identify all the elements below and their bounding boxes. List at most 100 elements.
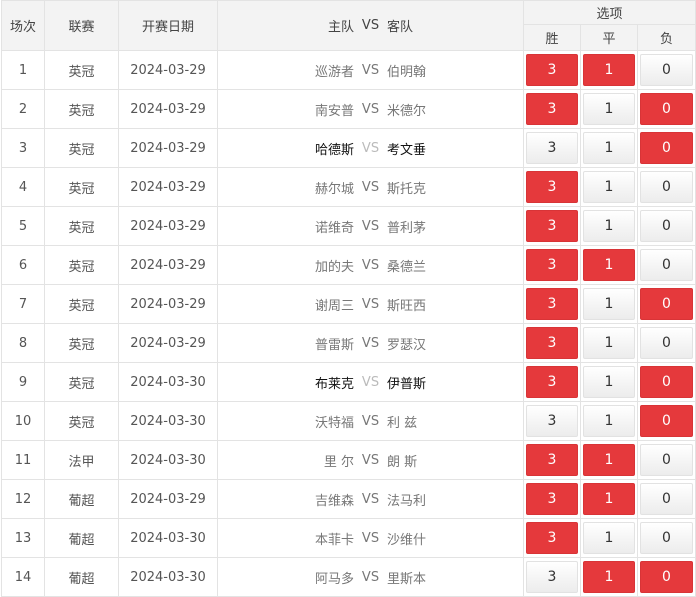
vs-label: VS <box>361 296 380 312</box>
option-draw-button[interactable]: 1 <box>583 210 635 242</box>
option-lose-button[interactable]: 0 <box>640 522 694 554</box>
round-no: 4 <box>1 167 45 207</box>
option-draw-cell: 1 <box>580 401 638 441</box>
option-draw-button[interactable]: 1 <box>583 327 635 359</box>
vs-label: VS <box>361 452 380 468</box>
option-win-cell: 3 <box>523 518 581 558</box>
vs-label: VS <box>361 179 380 195</box>
option-draw-button[interactable]: 1 <box>583 405 635 437</box>
option-lose-button[interactable]: 0 <box>640 171 694 203</box>
option-win-button[interactable]: 3 <box>526 210 578 242</box>
option-draw-button[interactable]: 1 <box>583 561 635 593</box>
option-lose-cell: 0 <box>636 245 696 285</box>
option-lose-button[interactable]: 0 <box>640 288 694 320</box>
match-teams: 谢周三 VS 斯旺西 <box>217 284 524 324</box>
option-win-button[interactable]: 3 <box>526 522 578 554</box>
league-name: 英冠 <box>44 128 119 168</box>
home-team: 吉维森 <box>314 493 354 509</box>
option-draw-button[interactable]: 1 <box>583 366 635 398</box>
option-draw-cell: 1 <box>580 167 638 207</box>
table-row: 1 英冠 2024-03-29 巡游者 VS 伯明翰 3 1 0 <box>1 50 696 90</box>
option-win-cell: 3 <box>523 401 581 441</box>
table-row: 14 葡超 2024-03-30 阿马多 VS 里斯本 3 1 0 <box>1 557 696 597</box>
table-row: 9 英冠 2024-03-30 布莱克 VS 伊普斯 3 1 0 <box>1 362 696 402</box>
round-no: 14 <box>1 557 45 597</box>
option-lose-button[interactable]: 0 <box>640 210 694 242</box>
away-team: 斯托克 <box>387 181 427 197</box>
option-win-button[interactable]: 3 <box>526 288 578 320</box>
home-team: 本菲卡 <box>314 532 354 548</box>
option-lose-cell: 0 <box>636 440 696 480</box>
home-team: 加的夫 <box>314 259 354 275</box>
option-lose-button[interactable]: 0 <box>640 54 694 86</box>
option-draw-button[interactable]: 1 <box>583 93 635 125</box>
option-draw-button[interactable]: 1 <box>583 522 635 554</box>
match-teams: 诺维奇 VS 普利茅 <box>217 206 524 246</box>
header-date: 开赛日期 <box>118 0 218 51</box>
option-draw-button[interactable]: 1 <box>583 132 635 164</box>
table-row: 7 英冠 2024-03-29 谢周三 VS 斯旺西 3 1 0 <box>1 284 696 324</box>
league-name: 英冠 <box>44 245 119 285</box>
option-win-button[interactable]: 3 <box>526 54 578 86</box>
option-lose-cell: 0 <box>636 362 696 402</box>
home-team: 里 尔 <box>323 454 354 470</box>
option-lose-button[interactable]: 0 <box>640 366 694 398</box>
option-draw-button[interactable]: 1 <box>583 444 635 476</box>
home-team: 诺维奇 <box>314 220 354 236</box>
option-draw-cell: 1 <box>580 206 638 246</box>
option-lose-button[interactable]: 0 <box>640 132 694 164</box>
match-date: 2024-03-29 <box>118 89 218 129</box>
round-no: 2 <box>1 89 45 129</box>
option-draw-button[interactable]: 1 <box>583 54 635 86</box>
option-win-cell: 3 <box>523 362 581 402</box>
home-team: 赫尔城 <box>314 181 354 197</box>
option-win-button[interactable]: 3 <box>526 561 578 593</box>
option-lose-cell: 0 <box>636 518 696 558</box>
option-lose-button[interactable]: 0 <box>640 405 694 437</box>
home-team: 南安普 <box>314 103 354 119</box>
league-name: 英冠 <box>44 89 119 129</box>
option-lose-button[interactable]: 0 <box>640 561 694 593</box>
option-draw-button[interactable]: 1 <box>583 483 635 515</box>
league-name: 英冠 <box>44 323 119 363</box>
option-lose-cell: 0 <box>636 557 696 597</box>
option-win-cell: 3 <box>523 128 581 168</box>
option-lose-button[interactable]: 0 <box>640 327 694 359</box>
home-team: 谢周三 <box>314 298 354 314</box>
match-teams: 南安普 VS 米德尔 <box>217 89 524 129</box>
option-win-button[interactable]: 3 <box>526 444 578 476</box>
round-no: 10 <box>1 401 45 441</box>
round-no: 7 <box>1 284 45 324</box>
option-lose-button[interactable]: 0 <box>640 93 694 125</box>
option-win-button[interactable]: 3 <box>526 405 578 437</box>
option-win-button[interactable]: 3 <box>526 366 578 398</box>
option-draw-button[interactable]: 1 <box>583 171 635 203</box>
option-lose-button[interactable]: 0 <box>640 249 694 281</box>
option-draw-cell: 1 <box>580 518 638 558</box>
match-teams: 本菲卡 VS 沙维什 <box>217 518 524 558</box>
option-lose-button[interactable]: 0 <box>640 483 694 515</box>
option-win-button[interactable]: 3 <box>526 483 578 515</box>
league-name: 法甲 <box>44 440 119 480</box>
home-team: 布莱克 <box>314 376 354 392</box>
vs-label: VS <box>361 491 380 507</box>
option-win-button[interactable]: 3 <box>526 132 578 164</box>
option-draw-button[interactable]: 1 <box>583 249 635 281</box>
option-win-button[interactable]: 3 <box>526 93 578 125</box>
option-win-cell: 3 <box>523 206 581 246</box>
header-round: 场次 <box>1 0 45 51</box>
away-team: 沙维什 <box>387 532 427 548</box>
match-teams: 吉维森 VS 法马利 <box>217 479 524 519</box>
league-name: 葡超 <box>44 518 119 558</box>
table-row: 12 葡超 2024-03-29 吉维森 VS 法马利 3 1 0 <box>1 479 696 519</box>
table-row: 10 英冠 2024-03-30 沃特福 VS 利 兹310 <box>1 401 696 441</box>
option-draw-cell: 1 <box>580 479 638 519</box>
option-draw-button[interactable]: 1 <box>583 288 635 320</box>
round-no: 3 <box>1 128 45 168</box>
option-draw-cell: 1 <box>580 323 638 363</box>
option-lose-button[interactable]: 0 <box>640 444 694 476</box>
option-win-button[interactable]: 3 <box>526 249 578 281</box>
option-win-button[interactable]: 3 <box>526 171 578 203</box>
option-win-button[interactable]: 3 <box>526 327 578 359</box>
league-name: 英冠 <box>44 50 119 90</box>
